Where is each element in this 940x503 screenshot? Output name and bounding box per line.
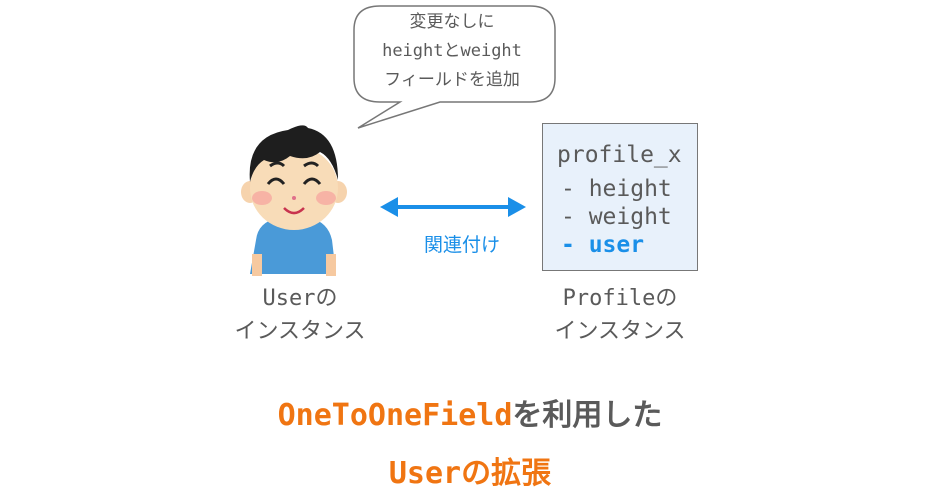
user-instance-label: Userの インスタンス [220, 282, 380, 348]
profile-instance-label: Profileの インスタンス [540, 282, 700, 348]
title-highlight: OneToOneField [277, 398, 513, 433]
relation-label: 関連付け [423, 234, 500, 256]
bubble-line: フィールドを追加 [384, 70, 520, 90]
bubble-line: 変更なしに [409, 12, 495, 32]
profile-instance-box: profile_x - height - weight - user [542, 123, 698, 271]
profile-label-line2: インスタンス [554, 319, 686, 344]
profile-field-user: - user [561, 232, 645, 258]
user-label-line2: インスタンス [234, 319, 366, 344]
title-line2: Userの拡張 [388, 456, 552, 491]
profile-label-line1: Profileの [562, 286, 678, 311]
double-arrow-icon [380, 197, 526, 217]
speech-bubble-text: 変更なしに heightとweight フィールドを追加 [352, 8, 552, 95]
title-line1: OneToOneFieldを利用した [0, 390, 940, 434]
profile-instance-name: profile_x [557, 142, 682, 168]
bubble-line: heightとweight [382, 41, 522, 61]
profile-field-weight: - weight [561, 204, 672, 230]
user-label-line1: Userの [262, 286, 338, 311]
profile-field-height: - height [561, 176, 672, 202]
user-avatar-icon [241, 125, 347, 276]
title-rest: を利用した [512, 398, 663, 433]
